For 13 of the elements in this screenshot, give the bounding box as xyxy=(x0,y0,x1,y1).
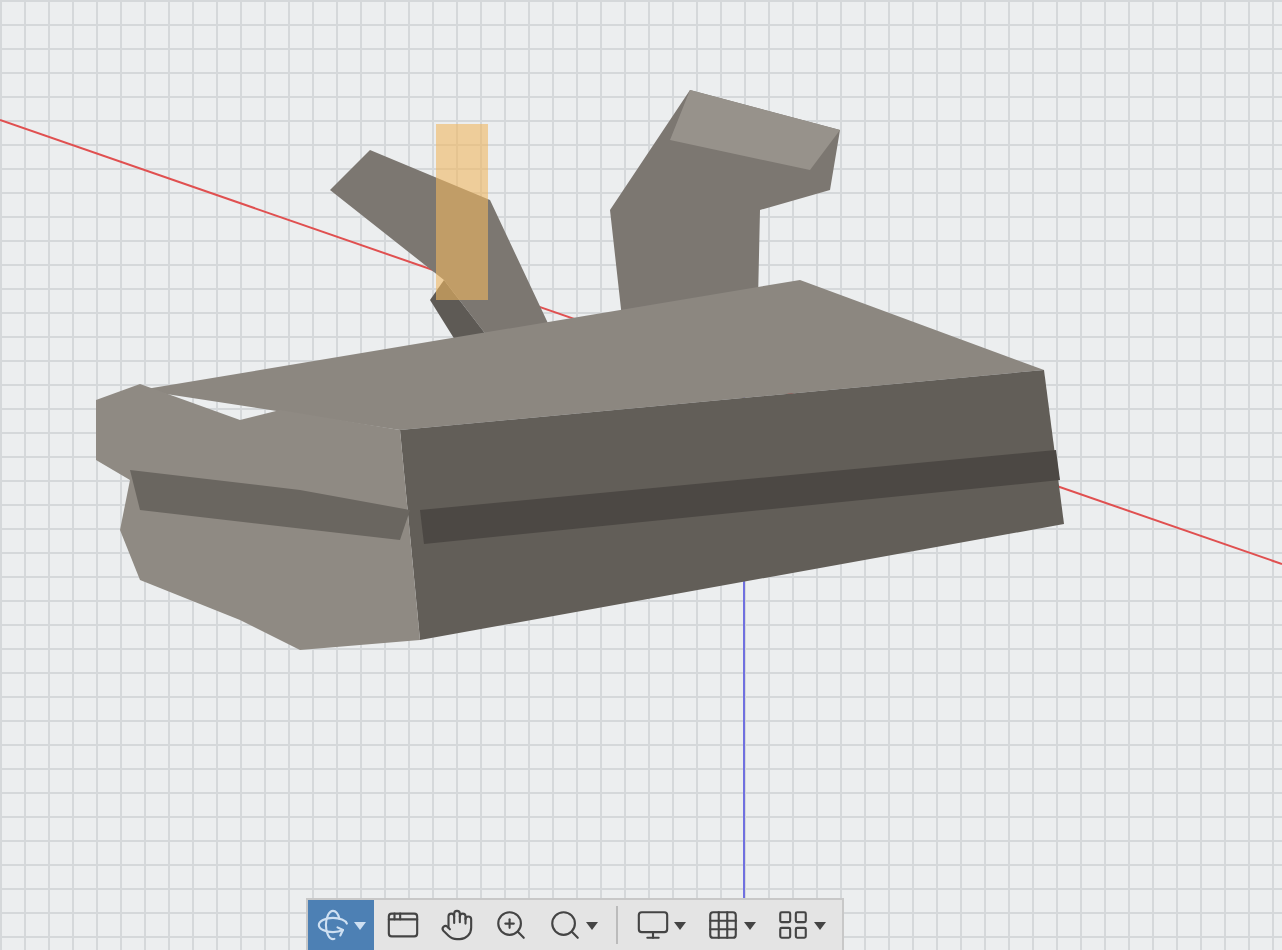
caret-icon xyxy=(744,921,756,929)
caret-icon xyxy=(674,921,686,929)
orbit-icon xyxy=(316,908,350,942)
look-at-icon xyxy=(386,908,420,942)
caret-icon xyxy=(354,921,366,929)
viewports-icon xyxy=(776,908,810,942)
caret-icon xyxy=(814,921,826,929)
monitor-icon xyxy=(636,908,670,942)
pan-icon xyxy=(440,908,474,942)
fit-icon xyxy=(548,908,582,942)
caret-icon xyxy=(586,921,598,929)
grid-icon xyxy=(706,908,740,942)
zoom-icon xyxy=(494,908,528,942)
